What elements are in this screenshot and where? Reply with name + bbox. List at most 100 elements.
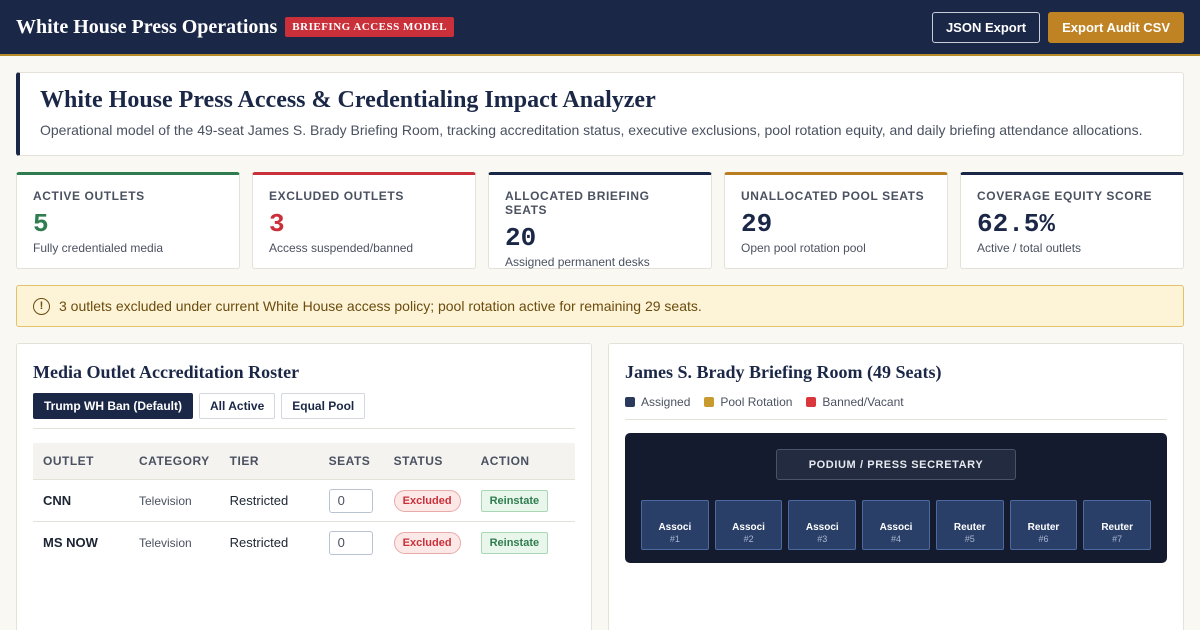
seat-number: #5 (964, 534, 975, 544)
page-title: White House Press Access & Credentialing… (40, 87, 656, 113)
legend-swatch-assigned (625, 397, 635, 407)
outlet-category: Television (129, 521, 220, 564)
top-actions: JSON Export Export Audit CSV (931, 11, 1184, 43)
status-cell: Excluded (383, 479, 471, 522)
seat-outlet: Associ (805, 522, 839, 533)
seat-outlet: Reuter (1101, 522, 1134, 533)
seats-cell (318, 479, 384, 522)
seat-row: Associ #1 Associ #2 Associ #3 Associ #4 … (641, 500, 1152, 550)
seat-number: #1 (669, 534, 680, 544)
seat[interactable]: Associ #3 (788, 500, 857, 550)
seat-number: #7 (1112, 534, 1123, 544)
reinstate-button[interactable]: Reinstate (480, 531, 549, 554)
status-badge: Excluded (393, 531, 461, 554)
stat-excluded-outlets: EXCLUDED OUTLETS 3 Access suspended/bann… (252, 172, 476, 269)
roster-title: Media Outlet Accreditation Roster (33, 362, 300, 382)
roster-table: OUTLET CATEGORY TIER SEATS STATUS ACTION… (33, 443, 575, 564)
seat[interactable]: Reuter #6 (1009, 500, 1078, 550)
seats-input[interactable] (328, 488, 373, 513)
preset-all-active[interactable]: All Active (199, 393, 276, 419)
legend-label: Banned/Vacant (822, 395, 904, 409)
info-icon: ! (33, 297, 50, 315)
column-header-seats[interactable]: SEATS (318, 443, 384, 480)
roster-panel: Media Outlet Accreditation Roster Trump … (16, 343, 592, 630)
outlet-category: Television (129, 479, 220, 522)
stat-active-outlets: ACTIVE OUTLETS 5 Fully credentialed medi… (16, 172, 240, 269)
seat-legend: Assigned Pool Rotation Banned/Vacant (625, 395, 1167, 420)
stat-label: COVERAGE EQUITY SCORE (977, 189, 1153, 203)
policy-alert: ! 3 outlets excluded under current White… (16, 285, 1184, 327)
stat-value: 5 (33, 209, 49, 239)
app-title: White House Press Operations (16, 15, 278, 38)
json-export-button[interactable]: JSON Export (931, 11, 1041, 43)
stat-value: 20 (505, 223, 537, 253)
stat-allocated-seats: ALLOCATED BRIEFING SEATS 20 Assigned per… (488, 172, 712, 269)
legend-item-pool-rotation: Pool Rotation (704, 395, 792, 409)
legend-item-banned-vacant: Banned/Vacant (806, 395, 904, 409)
seats-cell (318, 521, 384, 564)
seat-outlet: Associ (658, 522, 692, 533)
seat-number: #4 (891, 534, 902, 544)
stat-subtext: Assigned permanent desks (505, 255, 650, 269)
column-header-action[interactable]: ACTION (470, 443, 575, 480)
column-header-category[interactable]: CATEGORY (129, 443, 220, 480)
stat-subtext: Active / total outlets (977, 241, 1082, 255)
action-cell: Reinstate (470, 521, 575, 564)
export-audit-csv-button[interactable]: Export Audit CSV (1048, 11, 1184, 43)
seat-outlet: Reuter (1027, 522, 1060, 533)
column-header-outlet[interactable]: OUTLET (33, 443, 129, 480)
reinstate-button[interactable]: Reinstate (480, 489, 549, 512)
outlet-tier: Restricted (219, 479, 319, 522)
seat-outlet: Reuter (953, 522, 986, 533)
stat-coverage-equity: COVERAGE EQUITY SCORE 62.5% Active / tot… (960, 172, 1184, 269)
action-cell: Reinstate (470, 479, 575, 522)
outlet-name: MS NOW (33, 521, 129, 564)
stat-subtext: Open pool rotation pool (741, 241, 866, 255)
podium: PODIUM / PRESS SECRETARY (776, 449, 1016, 480)
stat-label: ALLOCATED BRIEFING SEATS (505, 189, 650, 217)
seat-number: #6 (1038, 534, 1049, 544)
seat-outlet: Associ (879, 522, 913, 533)
table-row: MS NOW Television Restricted Excluded Re… (33, 521, 575, 564)
seat[interactable]: Reuter #5 (935, 500, 1004, 550)
top-bar: White House Press Operations BRIEFING AC… (0, 0, 1200, 56)
column-header-tier[interactable]: TIER (219, 443, 319, 480)
status-cell: Excluded (383, 521, 471, 564)
hero-card: White House Press Access & Credentialing… (16, 72, 1184, 156)
seat[interactable]: Associ #1 (641, 500, 709, 550)
seat[interactable]: Associ #4 (862, 500, 930, 550)
status-badge: Excluded (393, 489, 461, 512)
table-row: CNN Television Restricted Excluded Reins… (33, 479, 575, 522)
legend-label: Pool Rotation (720, 395, 793, 409)
preset-equal-pool[interactable]: Equal Pool (281, 393, 366, 419)
preset-tabs: Trump WH Ban (Default) All Active Equal … (33, 393, 575, 429)
legend-swatch-banned (806, 397, 817, 407)
legend-swatch-pool (704, 397, 715, 407)
seat-outlet: Associ (732, 522, 765, 533)
outlet-tier: Restricted (219, 521, 319, 564)
seat[interactable]: Reuter #7 (1083, 500, 1152, 550)
seat[interactable]: Associ #2 (714, 500, 783, 550)
stats-row: ACTIVE OUTLETS 5 Fully credentialed medi… (16, 172, 1184, 269)
briefing-room-panel: James S. Brady Briefing Room (49 Seats) … (608, 343, 1184, 630)
stat-value: 62.5% (977, 209, 1056, 239)
stat-subtext: Fully credentialed media (33, 241, 164, 255)
alert-text: 3 outlets excluded under current White H… (59, 298, 702, 314)
seats-input[interactable] (328, 530, 373, 555)
seat-number: #3 (817, 534, 828, 544)
table-header-row: OUTLET CATEGORY TIER SEATS STATUS ACTION (33, 443, 575, 480)
stat-label: EXCLUDED OUTLETS (269, 189, 404, 203)
seat-number: #2 (743, 534, 754, 544)
stat-label: UNALLOCATED POOL SEATS (741, 189, 925, 203)
page-description: Operational model of the 49-seat James S… (40, 122, 1143, 138)
outlet-name: CNN (33, 479, 129, 522)
model-badge: BRIEFING ACCESS MODEL (285, 17, 455, 37)
preset-trump-wh-ban[interactable]: Trump WH Ban (Default) (33, 393, 193, 419)
stat-subtext: Access suspended/banned (269, 241, 414, 255)
column-header-status[interactable]: STATUS (383, 443, 471, 480)
stat-value: 29 (741, 209, 773, 239)
legend-label: Assigned (641, 395, 691, 409)
stat-label: ACTIVE OUTLETS (33, 189, 145, 203)
stat-unallocated-pool-seats: UNALLOCATED POOL SEATS 29 Open pool rota… (724, 172, 948, 269)
legend-item-assigned: Assigned (625, 395, 690, 409)
